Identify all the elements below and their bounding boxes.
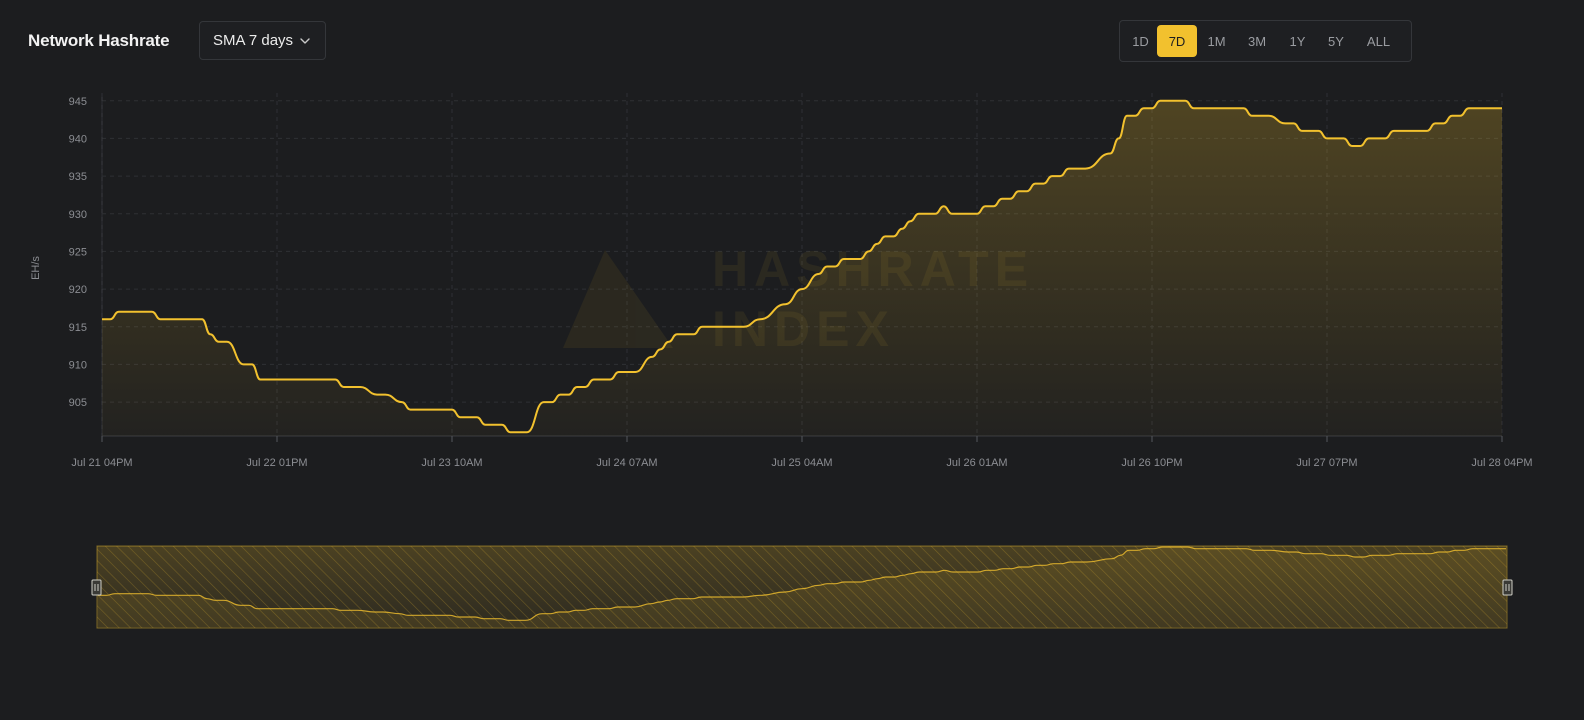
- y-tick-label: 905: [69, 397, 87, 409]
- y-tick-label: 915: [69, 322, 87, 334]
- x-tick-label: Jul 28 04PM: [1471, 457, 1532, 469]
- y-tick-label: 945: [69, 96, 87, 108]
- y-tick-label: 920: [69, 284, 87, 296]
- range-button-5y[interactable]: 5Y: [1317, 25, 1355, 57]
- sma-period-dropdown[interactable]: SMA 7 days: [199, 21, 326, 60]
- range-button-7d[interactable]: 7D: [1157, 25, 1197, 57]
- series-line: [101, 99, 1502, 434]
- dropdown-value: SMA 7 days: [213, 32, 294, 49]
- x-tick-label: Jul 26 10PM: [1121, 457, 1182, 469]
- range-button-1m[interactable]: 1M: [1197, 25, 1236, 57]
- y-tick-label: 910: [69, 359, 87, 371]
- watermark: HASHRATE INDEX: [563, 241, 1034, 357]
- x-tick-label: Jul 24 07AM: [596, 457, 657, 469]
- y-tick-label: 925: [69, 246, 87, 258]
- navigator-handle-right[interactable]: [1502, 579, 1513, 596]
- y-tick-label: 940: [69, 133, 87, 145]
- x-tick-label: Jul 26 01AM: [946, 457, 1007, 469]
- x-tick-label: Jul 25 04AM: [771, 457, 832, 469]
- hashrate-chart: HASHRATE INDEX 905 910 915 920 925 930 935 940 9…: [69, 93, 1533, 629]
- watermark-line1: HASHRATE: [712, 241, 1034, 297]
- series-area-fill: [102, 100, 1502, 436]
- y-tick-label: 930: [69, 209, 87, 221]
- range-button-1d[interactable]: 1D: [1124, 25, 1157, 57]
- chevron-down-icon: [300, 38, 310, 44]
- time-range-selector: 1D 7D 1M 3M 1Y 5Y ALL: [1119, 20, 1412, 62]
- range-button-1y[interactable]: 1Y: [1278, 25, 1317, 57]
- chart-title: Network Hashrate: [28, 31, 170, 50]
- x-tick-label: Jul 23 10AM: [421, 457, 482, 469]
- range-button-all[interactable]: ALL: [1355, 25, 1402, 57]
- y-tick-label: 935: [69, 171, 87, 183]
- navigator-area: [98, 547, 1506, 627]
- navigator-line: [98, 546, 1506, 621]
- range-button-3m[interactable]: 3M: [1236, 25, 1278, 57]
- navigator-handle-left[interactable]: [91, 579, 102, 596]
- x-tick-label: Jul 21 04PM: [71, 457, 132, 469]
- x-tick-label: Jul 22 01PM: [246, 457, 307, 469]
- y-axis-label: EH/s: [30, 256, 42, 280]
- range-navigator[interactable]: [91, 545, 1513, 629]
- x-tick-label: Jul 27 07PM: [1296, 457, 1357, 469]
- watermark-line2: INDEX: [712, 301, 895, 357]
